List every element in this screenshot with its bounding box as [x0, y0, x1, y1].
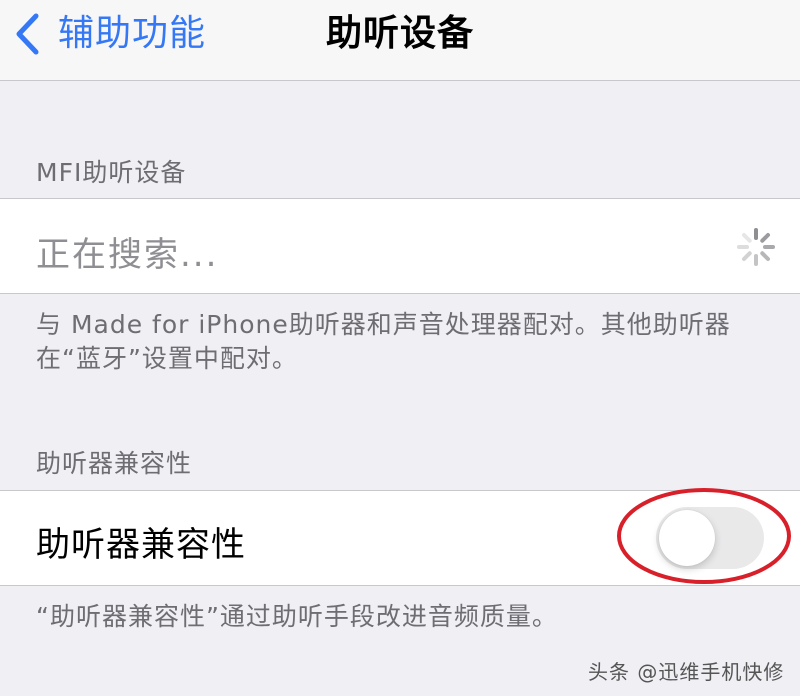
section-header-hac: 助听器兼容性 — [36, 449, 193, 478]
section-header-mfi: MFI助听设备 — [36, 158, 187, 187]
searching-row: 正在搜索... — [0, 198, 800, 294]
hac-toggle-row: 助听器兼容性 — [0, 490, 800, 586]
toggle-knob — [659, 510, 715, 566]
hac-toggle-switch[interactable] — [656, 507, 764, 569]
back-button[interactable]: 辅助功能 — [14, 8, 206, 60]
back-button-label: 辅助功能 — [58, 13, 207, 54]
hac-toggle-label: 助听器兼容性 — [36, 525, 246, 565]
navigation-bar: 辅助功能 助听设备 — [0, 0, 800, 81]
loading-spinner-icon — [737, 228, 775, 266]
page-title: 助听设备 — [326, 13, 475, 54]
watermark: 头条 @迅维手机快修 — [588, 660, 785, 684]
mfi-footer-text: 与 Made for iPhone助听器和声音处理器配对。其他助听器在“蓝牙”设… — [36, 310, 731, 373]
searching-label: 正在搜索... — [36, 235, 219, 275]
hac-footer-text: “助听器兼容性”通过助听手段改进音频质量。 — [36, 602, 558, 631]
chevron-left-icon — [14, 12, 40, 56]
